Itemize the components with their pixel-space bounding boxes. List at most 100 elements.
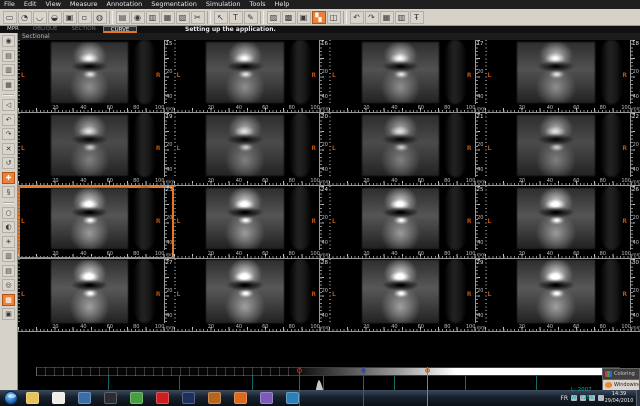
- delete-icon[interactable]: ✕: [2, 143, 15, 155]
- windowing-icon[interactable]: ▥: [2, 250, 15, 262]
- photos-icon[interactable]: [208, 392, 221, 404]
- slice-cell-23[interactable]: LR23204020406080100mm: [18, 186, 174, 259]
- slice-number: 17: [477, 41, 484, 47]
- window-level-marker-handle[interactable]: [361, 368, 366, 373]
- start-button[interactable]: [4, 391, 18, 405]
- slice-cell-16[interactable]: LR16204020406080100mm: [174, 40, 330, 113]
- presentation-icon[interactable]: [78, 392, 91, 404]
- menu-item-measure[interactable]: Measure: [70, 0, 98, 9]
- tab-section[interactable]: SECTION: [65, 26, 103, 33]
- chat-icon[interactable]: [260, 392, 273, 404]
- save-icon[interactable]: ▥: [2, 64, 15, 76]
- zoom-page-icon[interactable]: ◎: [2, 279, 15, 291]
- redo-icon[interactable]: ↷: [365, 11, 379, 24]
- slice-cell-21[interactable]: LR21204020406080100mm: [329, 113, 485, 186]
- capture-icon[interactable]: ▤: [116, 11, 130, 24]
- implant-icon[interactable]: Ŧ: [410, 11, 424, 24]
- show-desktop-button[interactable]: [636, 390, 640, 406]
- tab-oblique[interactable]: OBLIQUE: [26, 26, 65, 33]
- dental-app-icon[interactable]: [52, 392, 65, 404]
- pencil-icon[interactable]: ✎: [244, 11, 258, 24]
- undo-icon[interactable]: ↶: [2, 114, 15, 126]
- slice-cell-28[interactable]: LR28204020406080100mm: [174, 259, 330, 332]
- slice-cell-29[interactable]: LR29204020406080100mm: [329, 259, 485, 332]
- arch-3d-icon[interactable]: ◔: [18, 11, 32, 24]
- layers-icon[interactable]: ▩: [282, 11, 296, 24]
- layout-grid2-icon[interactable]: ▥: [395, 11, 409, 24]
- coloring-button[interactable]: Coloring: [602, 368, 640, 379]
- slice-cell-20[interactable]: LR20204020406080100mm: [174, 113, 330, 186]
- menu-item-view[interactable]: View: [45, 0, 60, 9]
- reset-icon[interactable]: ↺: [2, 157, 15, 169]
- select-icon[interactable]: ◁: [2, 99, 15, 111]
- ct-slice-image: [51, 188, 129, 249]
- cross-section-icon[interactable]: ◒: [48, 11, 62, 24]
- layout-icon[interactable]: ▤: [2, 265, 15, 277]
- menu-item-file[interactable]: File: [4, 0, 15, 9]
- hruler-label: 20: [52, 324, 58, 330]
- export-image-icon[interactable]: ▥: [146, 11, 160, 24]
- menu-item-edit[interactable]: Edit: [24, 0, 37, 9]
- sphere-grid-icon[interactable]: ◍: [93, 11, 107, 24]
- contrast-icon[interactable]: ◐: [2, 221, 15, 233]
- language-indicator[interactable]: FR: [560, 395, 568, 402]
- pan-icon[interactable]: ✚: [2, 172, 15, 184]
- hruler-label: 60: [262, 105, 268, 111]
- report-table-icon[interactable]: ▧: [176, 11, 190, 24]
- single-view-icon[interactable]: ▫: [78, 11, 92, 24]
- slice-cell-24[interactable]: LR24204020406080100mm: [174, 186, 330, 259]
- slice-cell-17[interactable]: LR17204020406080100mm: [329, 40, 485, 113]
- tab-curve[interactable]: CURVE: [103, 26, 138, 33]
- open-icon[interactable]: ▤: [2, 50, 15, 62]
- slice-cell-25[interactable]: LR25204020406080100mm: [329, 186, 485, 259]
- brightness-icon[interactable]: ☀: [2, 236, 15, 248]
- text-annotation-icon[interactable]: T: [229, 11, 243, 24]
- slice-cell-26[interactable]: LR26204020406080100mm: [485, 186, 640, 259]
- window-min-marker-handle[interactable]: [297, 368, 302, 373]
- measure-box-icon[interactable]: ◫: [327, 11, 341, 24]
- slice-cell-15[interactable]: LR15204020406080100mm: [18, 40, 174, 113]
- opera-icon[interactable]: [156, 392, 169, 404]
- slab-view-icon[interactable]: ▭: [3, 11, 17, 24]
- capture-icon[interactable]: ◉: [2, 35, 15, 47]
- slice-cell-30[interactable]: LR30204020406080100mm: [485, 259, 640, 332]
- undo-icon[interactable]: ↶: [350, 11, 364, 24]
- menu-item-help[interactable]: Help: [275, 0, 290, 9]
- taskbar-clock[interactable]: 14:39 29/04/2010: [604, 391, 634, 405]
- print-icon[interactable]: ▦: [161, 11, 175, 24]
- menu-item-segmentation[interactable]: Segmentation: [151, 0, 197, 9]
- tz-app-icon[interactable]: [234, 392, 247, 404]
- screen-icon[interactable]: ▣: [2, 308, 15, 320]
- highlight-region-icon[interactable]: ▚: [312, 11, 326, 24]
- menu-item-annotation[interactable]: Annotation: [107, 0, 143, 9]
- pointer-icon[interactable]: ↖: [214, 11, 228, 24]
- cut-icon[interactable]: ✂: [191, 11, 205, 24]
- slice-cell-22[interactable]: LR22204020406080100mm: [485, 113, 640, 186]
- browser-icon[interactable]: [286, 392, 299, 404]
- roi-icon[interactable]: ▩: [2, 294, 15, 306]
- tab-mpr[interactable]: MPR: [0, 26, 26, 33]
- menu-item-simulation[interactable]: Simulation: [206, 0, 241, 9]
- explorer-icon[interactable]: [26, 392, 39, 404]
- redo-icon[interactable]: ↷: [2, 128, 15, 140]
- slice-cell-19[interactable]: LR19204020406080100mm: [18, 113, 174, 186]
- media-icon[interactable]: [182, 392, 195, 404]
- panorama-icon[interactable]: ◡: [33, 11, 47, 24]
- menu-item-tools[interactable]: Tools: [250, 0, 266, 9]
- zoom-icon[interactable]: ○: [2, 207, 15, 219]
- slice-cell-18[interactable]: LR18204020406080100mm: [485, 40, 640, 113]
- game-icon[interactable]: [130, 392, 143, 404]
- horizontal-ruler: [174, 177, 330, 186]
- layout-grid-icon[interactable]: ▦: [380, 11, 394, 24]
- notes-icon[interactable]: [104, 392, 117, 404]
- overlay-image-icon[interactable]: ▣: [297, 11, 311, 24]
- adjust-icon[interactable]: §: [2, 186, 15, 198]
- patient-icon[interactable]: ◉: [131, 11, 145, 24]
- windowing-button[interactable]: Windowing: [602, 379, 640, 390]
- image-view-icon[interactable]: ▣: [63, 11, 77, 24]
- note-icon[interactable]: ▨: [267, 11, 281, 24]
- print-icon[interactable]: ▦: [2, 79, 15, 91]
- slice-cell-27[interactable]: LR27204020406080100mm: [18, 259, 174, 332]
- window-max-marker-handle[interactable]: [425, 368, 430, 373]
- ct-slice-image: [51, 260, 129, 323]
